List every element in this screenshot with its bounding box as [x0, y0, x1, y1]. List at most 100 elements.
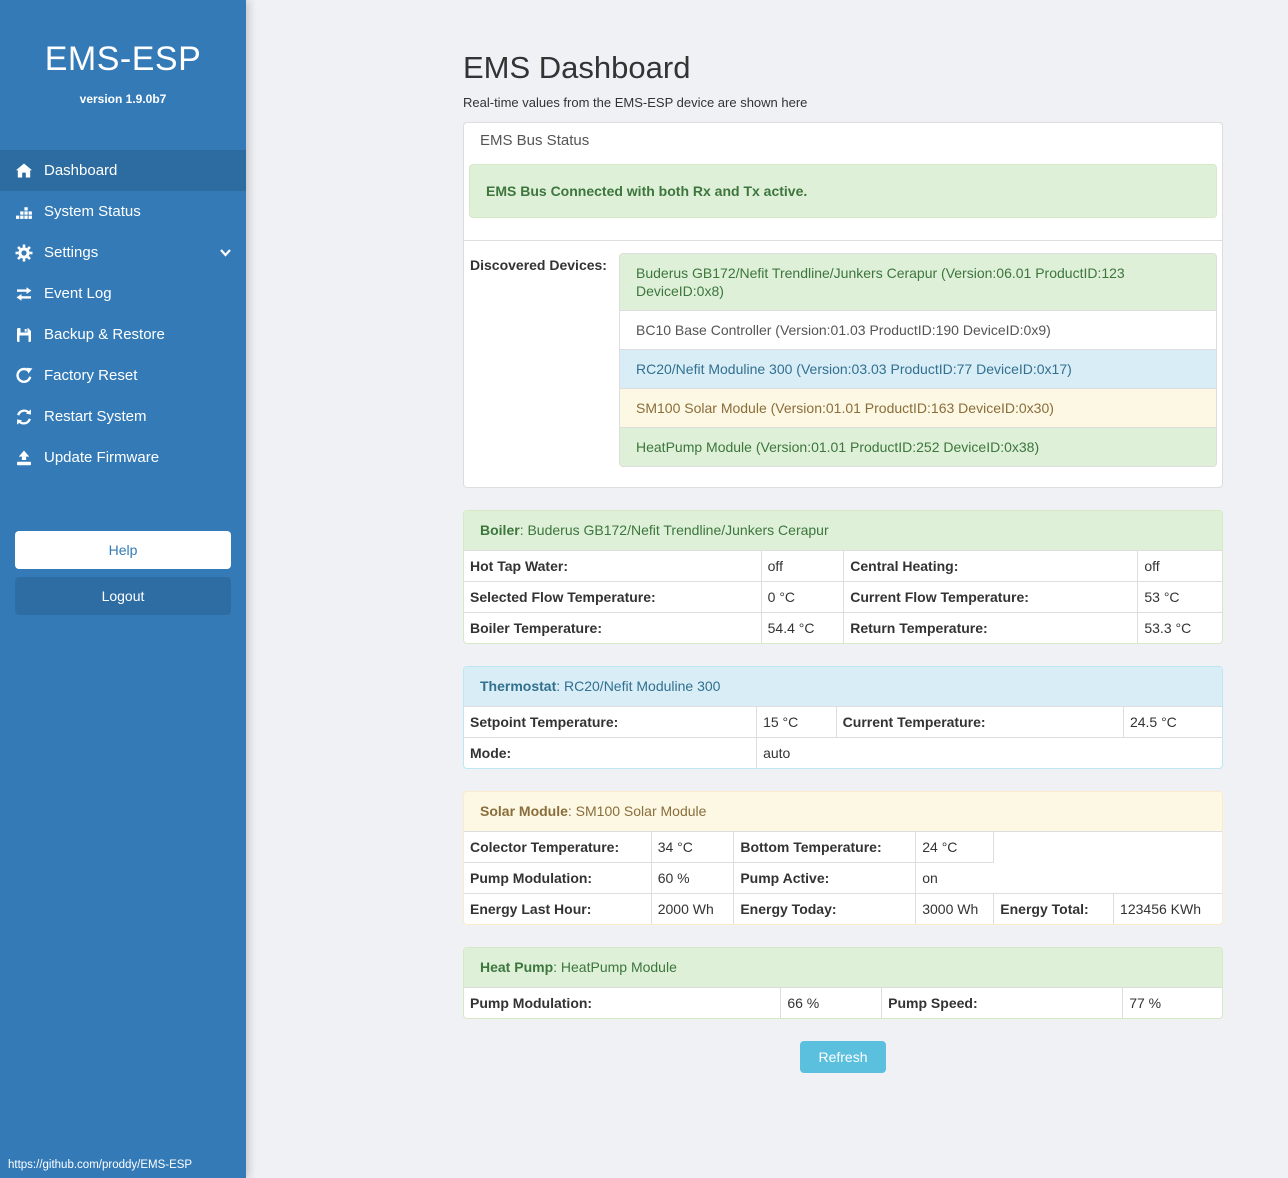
help-button[interactable]: Help	[15, 531, 231, 569]
table-cell-label: Energy Total:	[994, 894, 1114, 925]
table-row: Setpoint Temperature:15 °CCurrent Temper…	[464, 707, 1222, 738]
table-cell-value: 123456 KWh	[1114, 894, 1222, 925]
device-list-item: SM100 Solar Module (Version:01.01 Produc…	[619, 388, 1217, 428]
table-header-solar-module: Solar Module: SM100 Solar Module	[464, 792, 1222, 832]
table-cell-value: 24 °C	[916, 832, 994, 863]
table-title-device: : RC20/Nefit Moduline 300	[556, 678, 720, 694]
sidebar-menu: Dashboard System Status Settings Event Log B…	[0, 150, 246, 478]
table-cell-value: 60 %	[651, 863, 734, 894]
table-cell-label: Central Heating:	[844, 551, 1138, 582]
status-url: https://github.com/proddy/EMS-ESP	[8, 1159, 192, 1171]
sidebar-item-system-status[interactable]: System Status	[0, 191, 246, 232]
table-row: Hot Tap Water:offCentral Heating:off	[464, 551, 1222, 582]
repeat-icon	[14, 367, 33, 385]
device-list-item: BC10 Base Controller (Version:01.03 Prod…	[619, 310, 1217, 350]
device-list-item: RC20/Nefit Moduline 300 (Version:03.03 P…	[619, 349, 1217, 389]
table-cell-value: 15 °C	[757, 707, 837, 738]
table-cell-value: off	[761, 551, 844, 582]
table-cell-value: 53.3 °C	[1138, 613, 1222, 644]
device-tables: Boiler: Buderus GB172/Nefit Trendline/Ju…	[463, 510, 1223, 1019]
table-cell-label: Boiler Temperature:	[464, 613, 761, 644]
table-cell-label: Energy Today:	[734, 894, 916, 925]
table-cell-label: Current Flow Temperature:	[844, 582, 1138, 613]
refresh-icon	[14, 408, 33, 426]
page-subtitle: Real-time values from the EMS-ESP device…	[463, 95, 1223, 110]
table-cell-label: Pump Active:	[734, 863, 916, 894]
device-list: Buderus GB172/Nefit Trendline/Junkers Ce…	[619, 253, 1217, 467]
device-table-solar-module: Solar Module: SM100 Solar ModuleColector…	[463, 791, 1223, 925]
sidebar-item-label: Factory Reset	[44, 367, 137, 384]
table-cell-value: 2000 Wh	[651, 894, 734, 925]
table-row: Colector Temperature:34 °CBottom Tempera…	[464, 832, 1222, 863]
logout-button[interactable]: Logout	[15, 577, 231, 615]
bus-status-panel-heading: EMS Bus Status	[464, 123, 1222, 159]
table-cell-value: auto	[757, 738, 1222, 769]
table-row: Pump Modulation:66 %Pump Speed:77 %	[464, 988, 1222, 1018]
table-header-thermostat: Thermostat: RC20/Nefit Moduline 300	[464, 667, 1222, 707]
table-row: Mode:auto	[464, 738, 1222, 769]
device-table-boiler: Boiler: Buderus GB172/Nefit Trendline/Ju…	[463, 510, 1223, 644]
table-cell-label: Pump Speed:	[882, 988, 1123, 1018]
table-cell-label: Return Temperature:	[844, 613, 1138, 644]
table-cell-value: on	[916, 863, 994, 894]
table-cell-value: 34 °C	[651, 832, 734, 863]
device-list-item: HeatPump Module (Version:01.01 ProductID…	[619, 427, 1217, 467]
brand-title: EMS-ESP	[0, 0, 246, 79]
sidebar-item-settings[interactable]: Settings	[0, 232, 246, 273]
sidebar-item-dashboard[interactable]: Dashboard	[0, 150, 246, 191]
sidebar-item-label: System Status	[44, 203, 141, 220]
table-row: Energy Last Hour:2000 WhEnergy Today:300…	[464, 894, 1222, 925]
chevron-down-icon	[219, 246, 232, 259]
table-cell-label: Pump Modulation:	[464, 863, 651, 894]
table-cell-value: 77 %	[1123, 988, 1222, 1018]
sidebar-item-label: Restart System	[44, 408, 147, 425]
table-title-category: Solar Module	[480, 803, 568, 819]
bus-status-panel: EMS Bus Status EMS Bus Connected with bo…	[463, 122, 1223, 488]
discovered-devices-section: Discovered Devices: Buderus GB172/Nefit …	[464, 240, 1222, 487]
table-cell-label: Hot Tap Water:	[464, 551, 761, 582]
table-title-device: : SM100 Solar Module	[568, 803, 707, 819]
table-title-device: : HeatPump Module	[553, 959, 677, 975]
table-title-category: Boiler	[480, 522, 520, 538]
table-cell-label: Current Temperature:	[836, 707, 1123, 738]
gear-icon	[14, 244, 33, 262]
save-icon	[14, 326, 33, 344]
refresh-button[interactable]: Refresh	[800, 1041, 885, 1073]
table-cell-label: Bottom Temperature:	[734, 832, 916, 863]
sidebar-item-label: Event Log	[44, 285, 112, 302]
sidebar-item-factory-reset[interactable]: Factory Reset	[0, 355, 246, 396]
table-title-category: Thermostat	[480, 678, 556, 694]
table-cell-value: 24.5 °C	[1123, 707, 1222, 738]
table-cell-label: Setpoint Temperature:	[464, 707, 757, 738]
sidebar-item-label: Update Firmware	[44, 449, 159, 466]
table-cell-value: 3000 Wh	[916, 894, 994, 925]
home-icon	[14, 162, 33, 180]
table-cell-value: 53 °C	[1138, 582, 1222, 613]
device-table-heat-pump: Heat Pump: HeatPump Module Pump Modulatio…	[463, 947, 1223, 1019]
sidebar-item-restart-system[interactable]: Restart System	[0, 396, 246, 437]
table-cell-label: Mode:	[464, 738, 757, 769]
table-cell-value: off	[1138, 551, 1222, 582]
sidebar: EMS-ESP version 1.9.0b7 Dashboard System …	[0, 0, 246, 1178]
table-cell-label: Selected Flow Temperature:	[464, 582, 761, 613]
table-cell-label: Pump Modulation:	[464, 988, 781, 1018]
sidebar-item-event-log[interactable]: Event Log	[0, 273, 246, 314]
table-cell-label: Energy Last Hour:	[464, 894, 651, 925]
table-header-boiler: Boiler: Buderus GB172/Nefit Trendline/Ju…	[464, 511, 1222, 551]
table-row: Selected Flow Temperature:0 °CCurrent Fl…	[464, 582, 1222, 613]
table-cell-value: 66 %	[781, 988, 882, 1018]
version-label: version 1.9.0b7	[0, 92, 246, 106]
table-cell-value: 54.4 °C	[761, 613, 844, 644]
exchange-icon	[14, 285, 33, 303]
system-status-icon	[14, 203, 33, 221]
page-title: EMS Dashboard	[463, 50, 1223, 86]
table-cell-label: Colector Temperature:	[464, 832, 651, 863]
device-table-thermostat: Thermostat: RC20/Nefit Moduline 300Setpo…	[463, 666, 1223, 769]
main-content: EMS Dashboard Real-time values from the …	[246, 0, 1288, 1178]
sidebar-item-update-firmware[interactable]: Update Firmware	[0, 437, 246, 478]
sidebar-item-backup-restore[interactable]: Backup & Restore	[0, 314, 246, 355]
sidebar-item-label: Settings	[44, 244, 98, 261]
bus-status-alert: EMS Bus Connected with both Rx and Tx ac…	[469, 164, 1217, 218]
table-cell-empty	[994, 832, 1222, 894]
table-title-category: Heat Pump	[480, 959, 553, 975]
